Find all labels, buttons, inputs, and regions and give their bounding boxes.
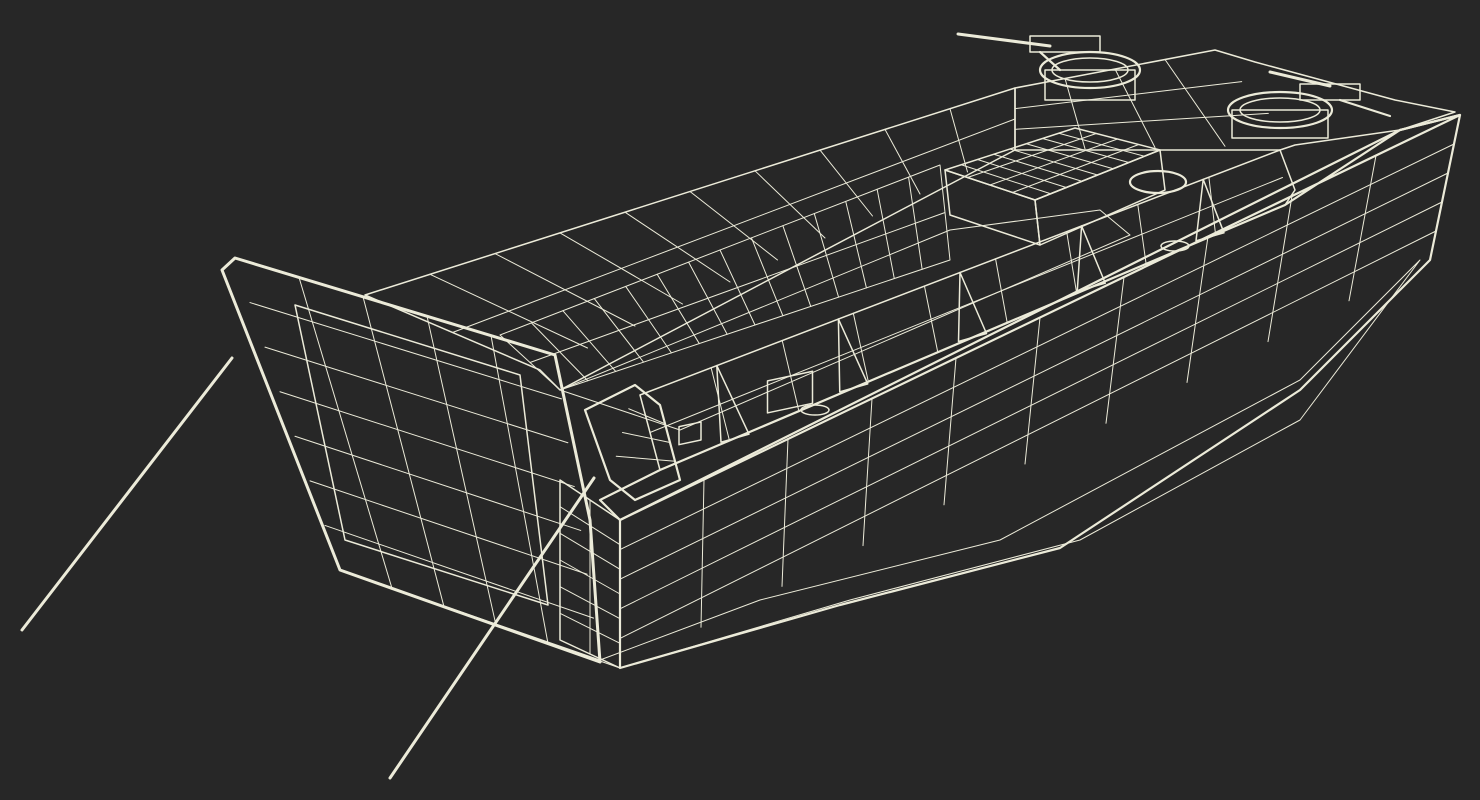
ramp-wire — [309, 480, 588, 575]
deck-cleat — [800, 404, 830, 416]
engine-top-wire — [967, 133, 1097, 178]
stern-deck-wire — [1014, 81, 1243, 110]
hull-side-wire — [943, 357, 957, 506]
engine-housing-front — [944, 169, 1041, 246]
gun-tub-left — [1038, 50, 1142, 101]
hull-side-wire — [862, 398, 873, 547]
hull-side-wire — [619, 143, 1455, 551]
engine-housing-side — [1034, 149, 1166, 246]
ramp-wire — [294, 435, 582, 531]
ramp-wire — [490, 335, 549, 645]
ramp-wire — [249, 302, 562, 400]
hull-side-wire — [1186, 236, 1209, 383]
ramp-cable-left — [20, 356, 234, 632]
stern-deck-wire — [1064, 78, 1086, 150]
hull-side-wire — [1348, 155, 1377, 302]
ramp-wire — [426, 315, 497, 626]
hull-side-wire — [1105, 276, 1125, 424]
boat-wireframe-render — [20, 32, 1462, 780]
engine-housing-top — [944, 127, 1161, 201]
hull-side-wire — [619, 201, 1443, 610]
starboard-inner-wall — [639, 149, 1296, 471]
render-viewport — [0, 0, 1480, 800]
hull-side-wire — [1024, 317, 1041, 465]
ramp-wire — [298, 276, 393, 589]
hull-side-wire — [781, 438, 789, 587]
port-wall-recess — [499, 164, 951, 391]
port-wall-wire — [452, 118, 1016, 333]
machine-gun-left — [956, 32, 1101, 72]
inner-wall-wire — [649, 177, 1283, 433]
engine-top-wire — [1012, 144, 1140, 193]
hull-side-wire — [700, 479, 705, 628]
ramp-cable-right — [388, 476, 596, 780]
stern-deck-wire — [1014, 112, 1269, 130]
engine-top-wire — [989, 138, 1118, 186]
ramp-wire — [362, 296, 445, 608]
hull-bottom — [339, 259, 1421, 669]
hinge-wire — [615, 455, 676, 462]
wireframe-grid — [249, 59, 1455, 655]
hinge-wire — [622, 432, 671, 443]
bow-ramp-panel — [294, 304, 549, 606]
stern-deck-wire — [1164, 59, 1226, 147]
port-recess-wire — [529, 212, 946, 363]
hull-side-wire — [1267, 195, 1293, 343]
steering-wheel — [1128, 169, 1188, 195]
